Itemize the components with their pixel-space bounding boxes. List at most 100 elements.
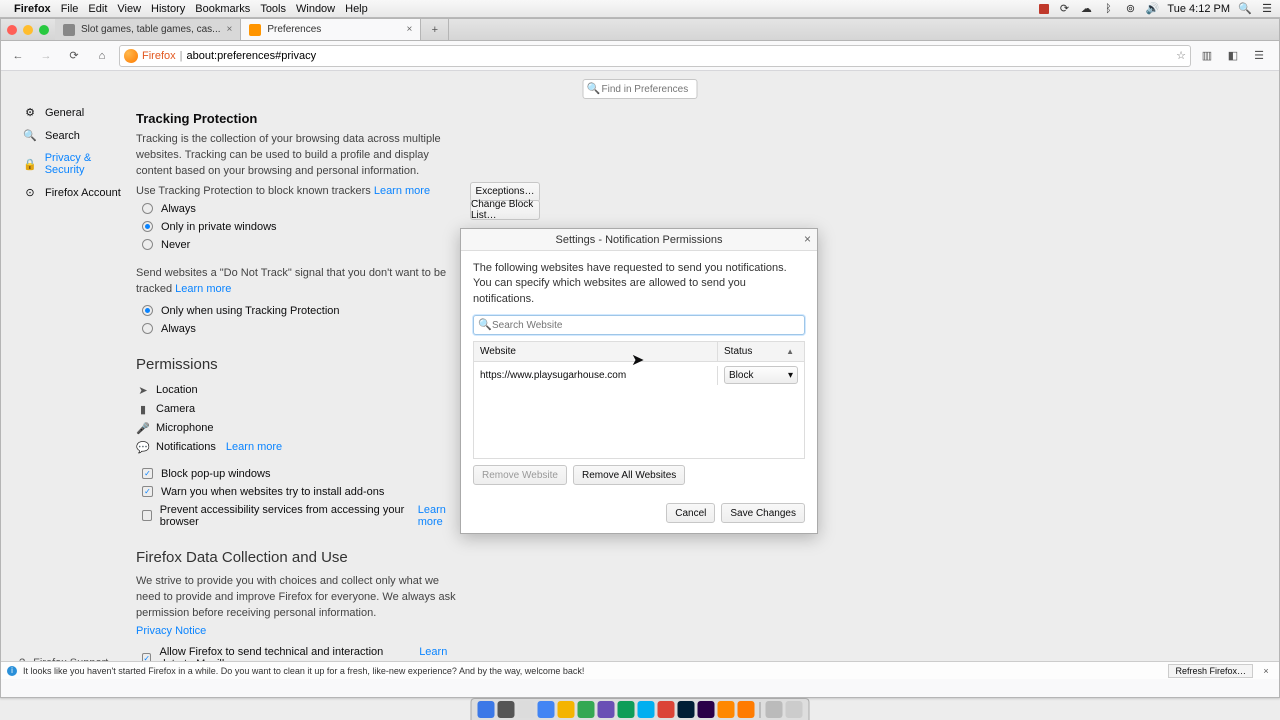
- app-menu[interactable]: Firefox: [14, 3, 51, 15]
- checkbox-a11y[interactable]: Prevent accessibility services from acce…: [136, 501, 466, 531]
- radio-dnt-only[interactable]: Only when using Tracking Protection: [136, 302, 466, 320]
- sidebar-item-account[interactable]: ⊙Firefox Account: [19, 181, 129, 204]
- learn-more-link[interactable]: Learn more: [374, 185, 430, 197]
- notification-center-icon[interactable]: ☰: [1260, 2, 1274, 16]
- status-select[interactable]: Block▾: [724, 366, 798, 384]
- close-tab-icon[interactable]: ×: [227, 24, 233, 35]
- tracking-subtext: Use Tracking Protection to block known t…: [136, 185, 430, 197]
- dock-trash-icon[interactable]: [786, 701, 803, 718]
- reload-button[interactable]: ⟳: [63, 45, 85, 67]
- learn-more-link[interactable]: Learn more: [226, 441, 282, 453]
- window-close-icon[interactable]: [7, 25, 17, 35]
- privacy-notice-link[interactable]: Privacy Notice: [136, 625, 466, 637]
- close-infobar-icon[interactable]: ×: [1259, 666, 1273, 676]
- forward-button[interactable]: →: [35, 45, 57, 67]
- perm-label: Camera: [156, 403, 195, 415]
- learn-more-link[interactable]: Learn more: [175, 283, 231, 295]
- dock-app-icon[interactable]: [618, 701, 635, 718]
- url-input[interactable]: [186, 50, 1172, 62]
- tab-playsugarhouse[interactable]: Slot games, table games, cas... ×: [55, 19, 241, 40]
- firefox-label: Firefox: [142, 50, 176, 62]
- dock-firefox-icon[interactable]: [738, 701, 755, 718]
- checkbox-addons[interactable]: Warn you when websites try to install ad…: [136, 483, 466, 501]
- remove-all-websites-button[interactable]: Remove All Websites: [573, 465, 685, 485]
- window-minimize-icon[interactable]: [23, 25, 33, 35]
- remove-website-button[interactable]: Remove Website: [473, 465, 567, 485]
- tab-preferences[interactable]: Preferences ×: [241, 19, 421, 40]
- sort-asc-icon: ▲: [786, 347, 798, 356]
- dock-downloads-icon[interactable]: [766, 701, 783, 718]
- home-button[interactable]: ⌂: [91, 45, 113, 67]
- dock-app-icon[interactable]: [658, 701, 675, 718]
- menu-history[interactable]: History: [151, 3, 185, 15]
- wifi-icon[interactable]: ⊚: [1123, 2, 1137, 16]
- dock-app-icon[interactable]: [518, 701, 535, 718]
- macos-menubar: Firefox File Edit View History Bookmarks…: [0, 0, 1280, 18]
- dock-app-icon[interactable]: [598, 701, 615, 718]
- radio-label: Never: [161, 239, 190, 251]
- sidebar-item-privacy[interactable]: 🔒Privacy & Security: [19, 147, 129, 181]
- sidebar-item-search[interactable]: 🔍Search: [19, 124, 129, 147]
- menu-help[interactable]: Help: [345, 3, 368, 15]
- checkbox-label: Block pop-up windows: [161, 468, 270, 480]
- checkbox-popup[interactable]: Block pop-up windowsExceptions…: [136, 465, 466, 483]
- cloud-icon[interactable]: ☁: [1079, 2, 1093, 16]
- cancel-button[interactable]: Cancel: [666, 503, 715, 523]
- menu-window[interactable]: Window: [296, 3, 335, 15]
- save-changes-button[interactable]: Save Changes: [721, 503, 805, 523]
- sidebar-item-label: Search: [45, 130, 80, 142]
- sidebar-item-label: General: [45, 107, 84, 119]
- tab-strip: Slot games, table games, cas... × Prefer…: [1, 19, 1279, 41]
- spotlight-icon[interactable]: 🔍: [1238, 2, 1252, 16]
- volume-icon[interactable]: 🔊: [1145, 2, 1159, 16]
- dock-finder-icon[interactable]: [478, 701, 495, 718]
- sync-icon[interactable]: ⟳: [1057, 2, 1071, 16]
- close-dialog-icon[interactable]: ×: [804, 232, 811, 246]
- dock-vlc-icon[interactable]: [718, 701, 735, 718]
- menu-bookmarks[interactable]: Bookmarks: [195, 3, 250, 15]
- dock-app-icon[interactable]: [578, 701, 595, 718]
- sidebar-item-general[interactable]: ⚙General: [19, 101, 129, 124]
- menubar-clock[interactable]: Tue 4:12 PM: [1167, 3, 1230, 15]
- menu-file[interactable]: File: [61, 3, 79, 15]
- close-tab-icon[interactable]: ×: [407, 24, 413, 35]
- new-tab-button[interactable]: +: [421, 19, 449, 40]
- bookmark-star-icon[interactable]: ☆: [1176, 49, 1186, 62]
- dock-app-icon[interactable]: [498, 701, 515, 718]
- dock-safari-icon[interactable]: [538, 701, 555, 718]
- menu-tools[interactable]: Tools: [260, 3, 286, 15]
- tracking-description: Tracking is the collection of your brows…: [136, 132, 466, 180]
- dock-photoshop-icon[interactable]: [678, 701, 695, 718]
- radio-always[interactable]: Always Change Block List…: [136, 200, 466, 218]
- search-website-input[interactable]: [473, 315, 805, 335]
- dock-premiere-icon[interactable]: [698, 701, 715, 718]
- bluetooth-icon[interactable]: ᛒ: [1101, 2, 1115, 16]
- change-blocklist-button[interactable]: Change Block List…: [470, 200, 540, 220]
- dock-chrome-icon[interactable]: [558, 701, 575, 718]
- column-header-website[interactable]: Website: [474, 342, 718, 361]
- radio-dnt-always[interactable]: Always: [136, 320, 466, 338]
- status-value: Block: [729, 370, 753, 381]
- library-button[interactable]: ▥: [1197, 46, 1217, 66]
- learn-more-link[interactable]: Learn more: [418, 504, 466, 528]
- back-button[interactable]: ←: [7, 45, 29, 67]
- dock-skype-icon[interactable]: [638, 701, 655, 718]
- radio-never[interactable]: Never: [136, 236, 466, 254]
- perm-label: Microphone: [156, 422, 213, 434]
- window-zoom-icon[interactable]: [39, 25, 49, 35]
- refresh-firefox-button[interactable]: Refresh Firefox…: [1168, 664, 1253, 678]
- table-row[interactable]: https://www.playsugarhouse.com Block▾: [474, 362, 804, 388]
- column-header-status[interactable]: Status▲: [718, 342, 804, 361]
- infobar-message: It looks like you haven't started Firefo…: [23, 666, 584, 676]
- hamburger-menu-button[interactable]: ☰: [1249, 46, 1269, 66]
- datause-description: We strive to provide you with choices an…: [136, 574, 466, 622]
- search-icon: 🔍: [587, 82, 601, 95]
- dialog-title: Settings - Notification Permissions: [556, 234, 723, 246]
- checkbox-label: Warn you when websites try to install ad…: [161, 486, 384, 498]
- radio-private[interactable]: Only in private windows: [136, 218, 466, 236]
- address-bar[interactable]: Firefox | ☆: [119, 45, 1191, 67]
- sidebar-item-label: Firefox Account: [45, 187, 121, 199]
- sidebar-button[interactable]: ◧: [1223, 46, 1243, 66]
- menu-edit[interactable]: Edit: [88, 3, 107, 15]
- menu-view[interactable]: View: [117, 3, 141, 15]
